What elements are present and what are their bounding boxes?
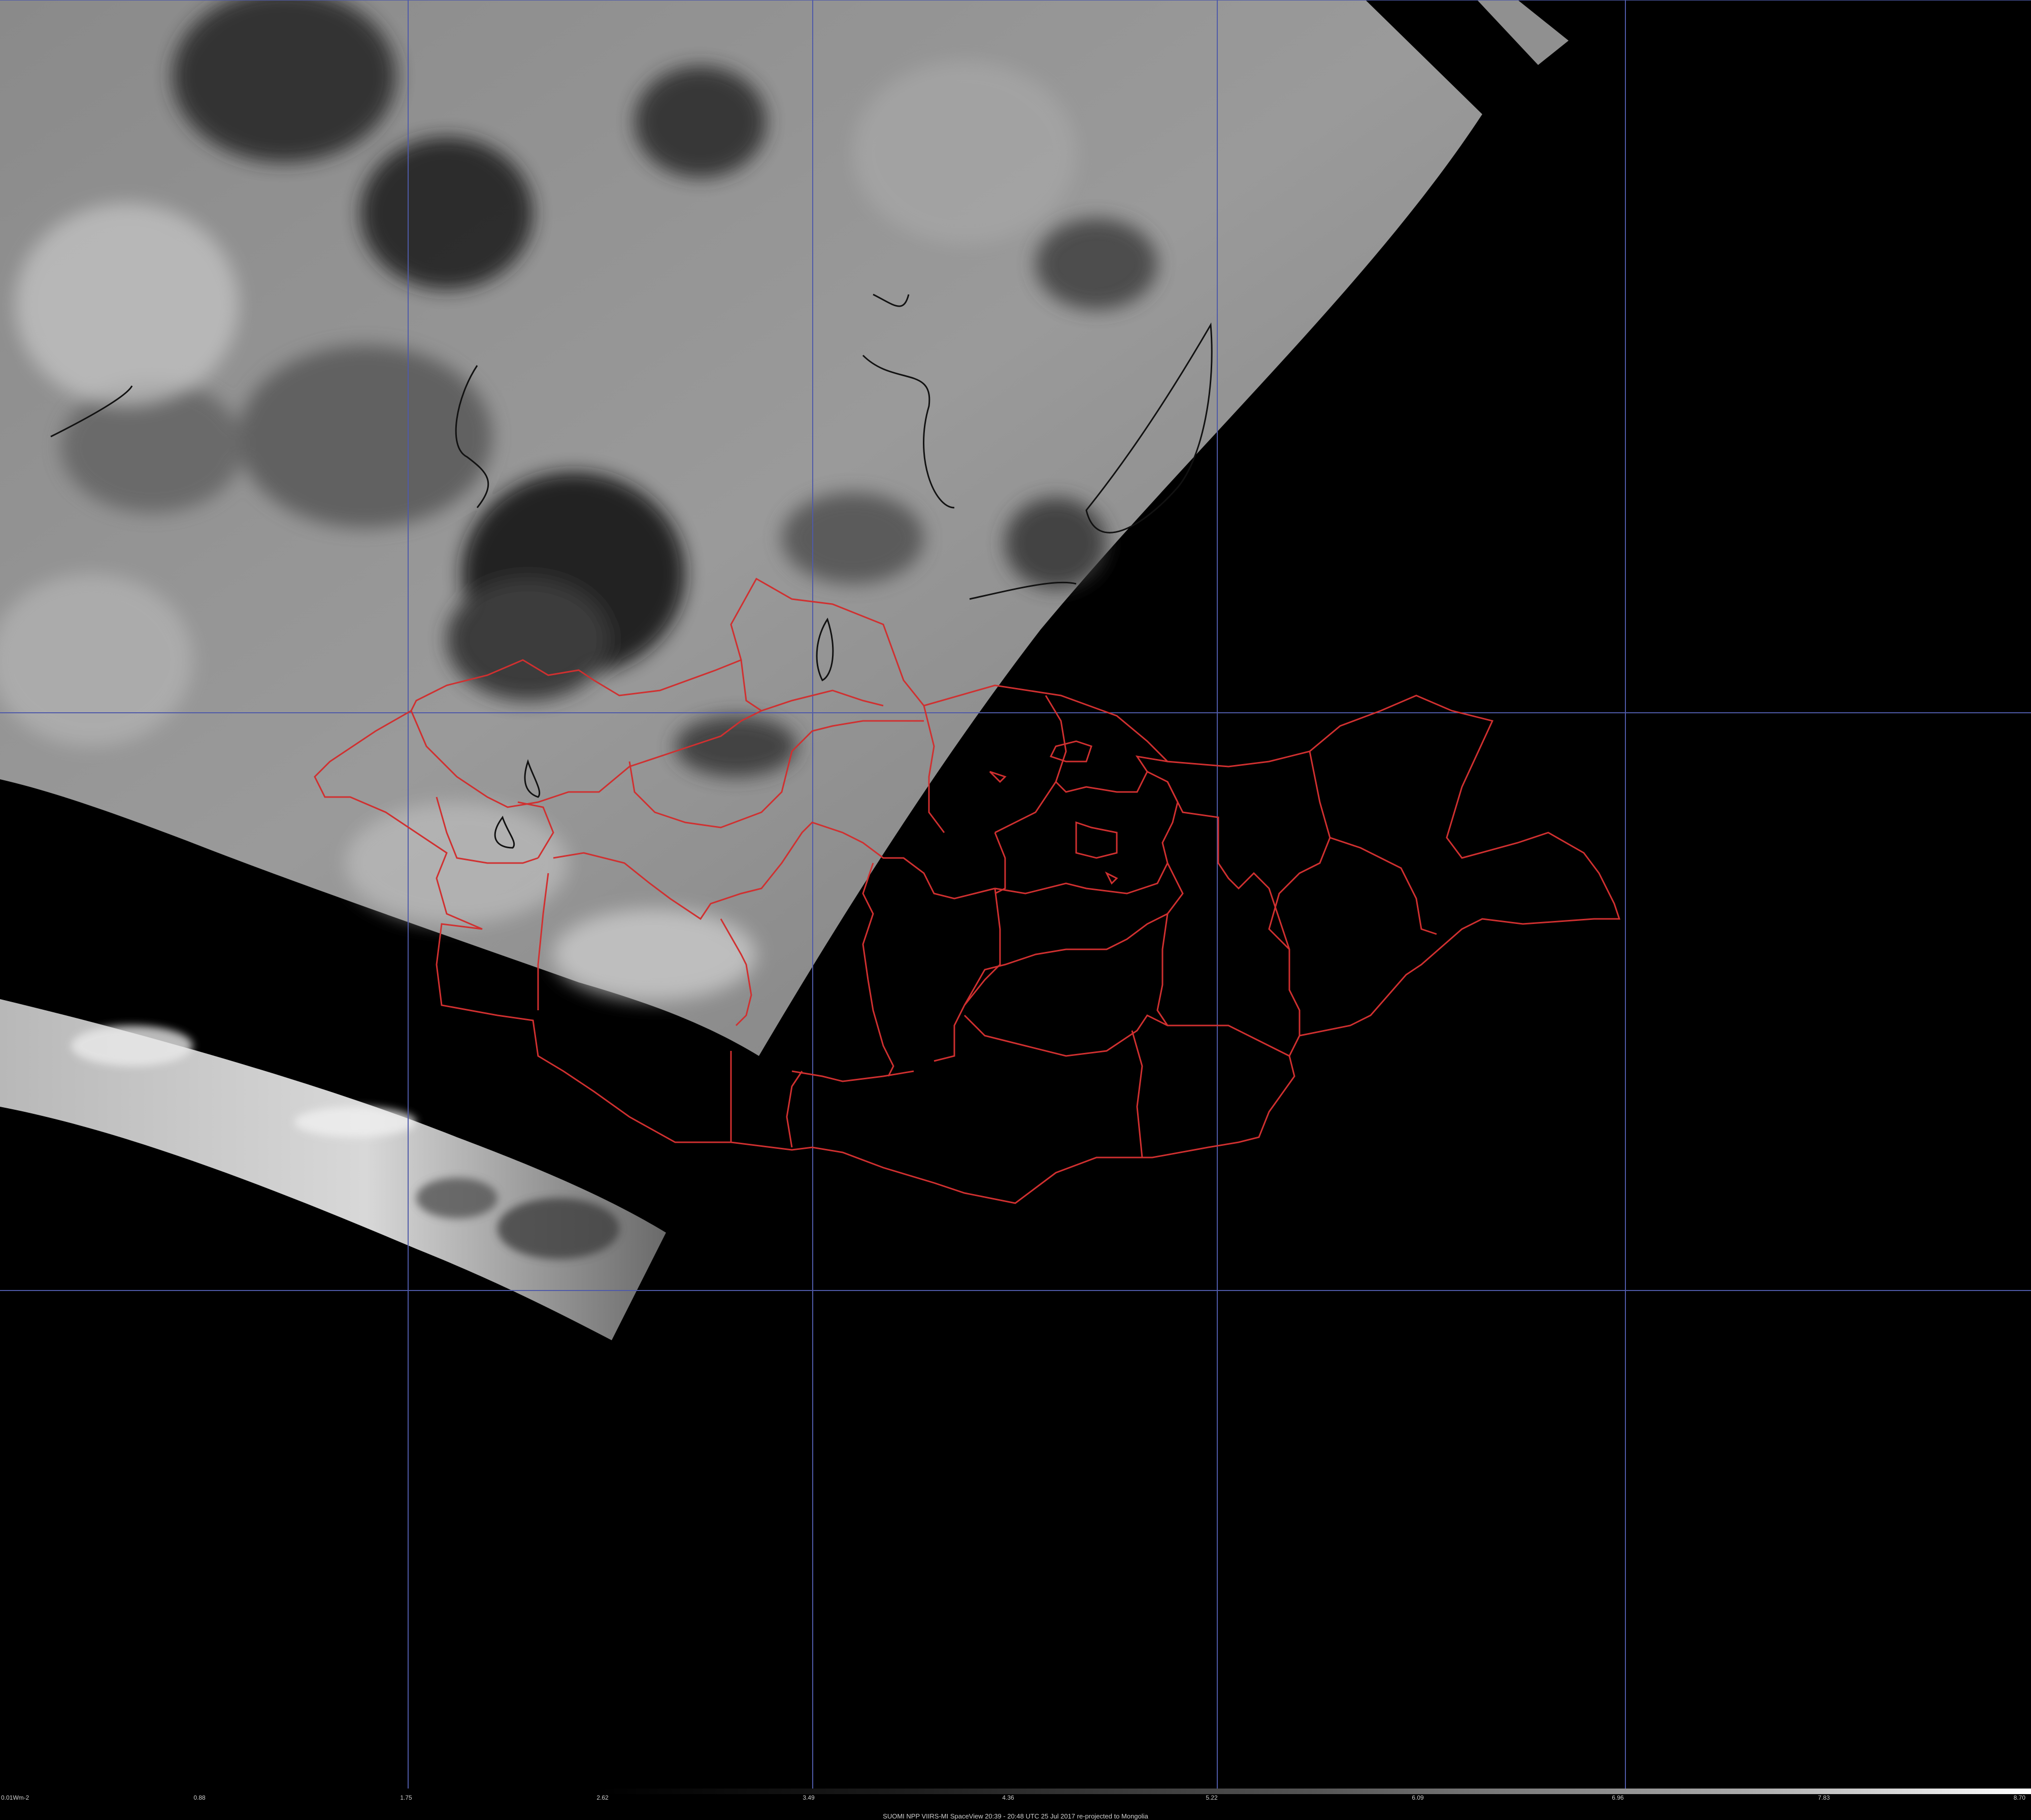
satellite-map	[0, 0, 2031, 1789]
top-right-swath	[1477, 0, 1569, 65]
colorbar-tick-label: 7.83	[1818, 1794, 1830, 1801]
colorbar-tick-label: 0.01Wm-2	[1, 1794, 29, 1801]
colorbar-tick-label: 8.70	[2013, 1794, 2025, 1801]
colorbar-tick-label: 5.22	[1206, 1794, 1218, 1801]
colorbar-tick-label: 6.96	[1612, 1794, 1624, 1801]
colorbar-tick-label: 6.09	[1412, 1794, 1424, 1801]
colorbar-tick-label: 3.49	[803, 1794, 815, 1801]
lower-swath	[0, 999, 666, 1340]
colorbar	[599, 1789, 2031, 1794]
main-swath	[0, 0, 1482, 1056]
colorbar-tick-label: 1.75	[400, 1794, 412, 1801]
image-caption: SUOMI NPP VIIRS-MI SpaceView 20:39 - 20:…	[883, 1812, 1148, 1820]
colorbar-tick-label: 0.88	[193, 1794, 206, 1801]
colorbar-tick-label: 2.62	[596, 1794, 609, 1801]
colorbar-tick-label: 4.36	[1002, 1794, 1014, 1801]
